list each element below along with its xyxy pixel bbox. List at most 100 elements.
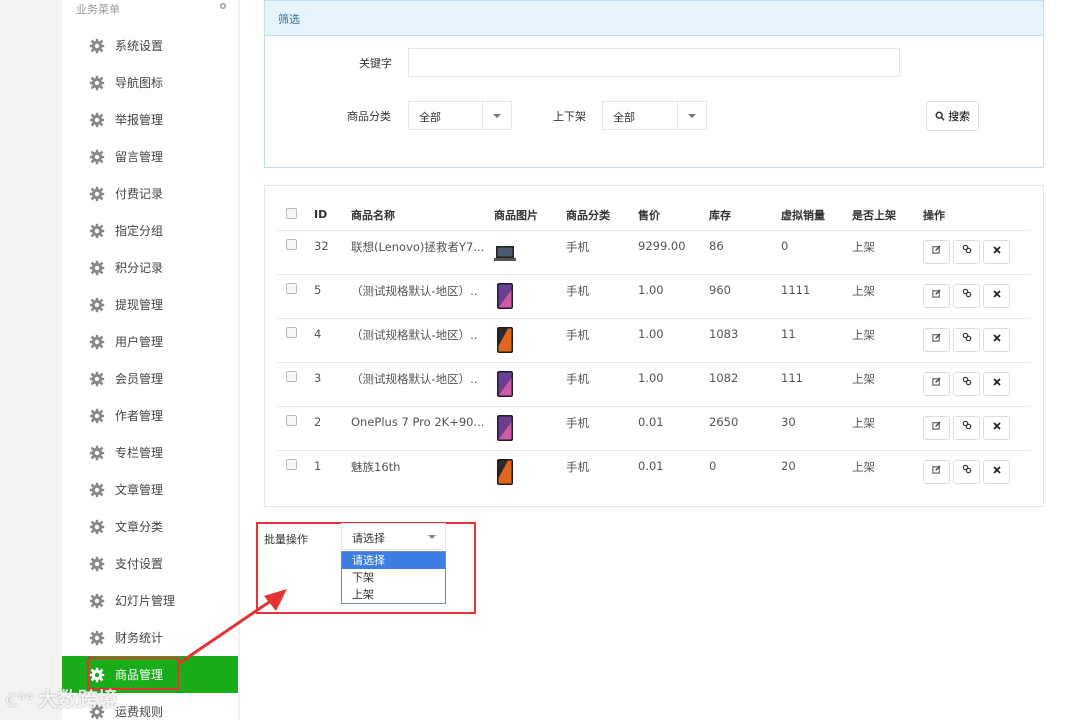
- row-checkbox[interactable]: [286, 326, 297, 338]
- sidebar-item[interactable]: 财务统计: [62, 619, 238, 656]
- chevron-down-icon: [482, 102, 511, 129]
- gear-icon: [89, 297, 105, 312]
- product-table: ID 商品名称 商品图片 商品分类 售价 库存 虚拟销量 是否上架 操作 32 联…: [278, 200, 1031, 494]
- row-checkbox[interactable]: [286, 238, 297, 250]
- row-checkbox[interactable]: [286, 414, 297, 426]
- product-image: [497, 282, 513, 309]
- link-button[interactable]: [953, 283, 980, 308]
- left-edge: [0, 0, 62, 720]
- row-checkbox[interactable]: [286, 282, 297, 294]
- cell-stock: 1082: [709, 362, 781, 407]
- cell-name: OnePlus 7 Pro 2K+90...: [351, 406, 494, 451]
- sidebar-item[interactable]: 指定分组: [62, 212, 238, 249]
- gear-icon: [89, 149, 105, 164]
- col-id: ID: [314, 200, 351, 231]
- sidebar-item[interactable]: 举报管理: [62, 101, 238, 138]
- link-icon: [962, 244, 971, 253]
- link-button[interactable]: [953, 239, 980, 264]
- delete-icon: [992, 465, 1001, 474]
- gear-icon: [89, 260, 105, 275]
- delete-button[interactable]: [983, 283, 1010, 308]
- sidebar-item[interactable]: 用户管理: [62, 323, 238, 360]
- link-button[interactable]: [953, 459, 980, 484]
- sidebar-item[interactable]: 文章管理: [62, 471, 238, 508]
- delete-button[interactable]: [983, 239, 1010, 264]
- cell-on-shelf: 上架: [852, 230, 923, 275]
- sidebar-item-label: 会员管理: [115, 372, 164, 386]
- sidebar-item[interactable]: 支付设置: [62, 545, 238, 582]
- sidebar-item[interactable]: 系统设置: [62, 27, 238, 64]
- filter-panel: 筛选 关键字 商品分类 全部 上下架 全部 搜索: [264, 0, 1044, 168]
- sidebar-item[interactable]: 幻灯片管理: [62, 582, 238, 619]
- edit-icon: [932, 464, 941, 474]
- shelf-select[interactable]: 全部: [602, 101, 707, 130]
- cell-category: 手机: [566, 318, 638, 363]
- edit-button[interactable]: [923, 371, 950, 396]
- link-button[interactable]: [953, 415, 980, 440]
- row-checkbox[interactable]: [286, 370, 297, 382]
- link-button[interactable]: [953, 371, 980, 396]
- chevron-down-icon: [417, 524, 445, 549]
- batch-option[interactable]: 请选择: [342, 552, 445, 569]
- link-button[interactable]: [953, 327, 980, 352]
- edit-button[interactable]: [923, 283, 950, 308]
- gear-icon: [89, 112, 105, 127]
- category-select-value: 全部: [419, 111, 441, 124]
- batch-option[interactable]: 下架: [342, 569, 445, 586]
- sidebar-item[interactable]: 积分记录: [62, 249, 238, 286]
- batch-select[interactable]: 请选择: [341, 523, 446, 550]
- edit-button[interactable]: [923, 459, 950, 484]
- select-all-checkbox[interactable]: [286, 207, 297, 219]
- delete-icon: [992, 377, 1001, 386]
- cell-id: 4: [314, 318, 351, 363]
- cell-price: 9299.00: [638, 230, 709, 275]
- edit-button[interactable]: [923, 327, 950, 352]
- sidebar-item[interactable]: 留言管理: [62, 138, 238, 175]
- shelf-label: 上下架: [553, 110, 586, 123]
- category-label: 商品分类: [347, 110, 391, 123]
- delete-icon: [992, 333, 1001, 342]
- delete-button[interactable]: [983, 371, 1010, 396]
- table-row: 3 （测试规格默认-地区）.. 手机 1.00 1082 111 上架: [278, 362, 1031, 407]
- chevron-down-icon: [677, 102, 706, 129]
- edit-icon: [932, 376, 941, 386]
- sidebar-item[interactable]: 付费记录: [62, 175, 238, 212]
- sidebar-item[interactable]: 作者管理: [62, 397, 238, 434]
- edit-icon: [932, 288, 941, 298]
- cell-virtual-sales: 20: [781, 458, 796, 473]
- delete-button[interactable]: [983, 327, 1010, 352]
- sidebar-item[interactable]: 提现管理: [62, 286, 238, 323]
- delete-icon: [992, 245, 1001, 254]
- batch-option[interactable]: 上架: [342, 586, 445, 603]
- row-checkbox[interactable]: [286, 458, 297, 470]
- delete-button[interactable]: [983, 459, 1010, 484]
- cell-on-shelf: 上架: [852, 406, 923, 451]
- gear-icon: [89, 445, 105, 460]
- sidebar-item[interactable]: 专栏管理: [62, 434, 238, 471]
- sidebar-item-label: 专栏管理: [115, 446, 164, 460]
- delete-button[interactable]: [983, 415, 1010, 440]
- gear-icon: [89, 75, 105, 90]
- sidebar-item-label: 举报管理: [115, 113, 164, 127]
- sidebar-item[interactable]: 文章分类: [62, 508, 238, 545]
- watermark-text: 大数跨境: [37, 687, 118, 711]
- edit-button[interactable]: [923, 239, 950, 264]
- sidebar-item[interactable]: 会员管理: [62, 360, 238, 397]
- gear-icon[interactable]: [218, 1, 228, 11]
- product-image: [497, 326, 513, 353]
- delete-icon: [992, 289, 1001, 298]
- sidebar-item[interactable]: 导航图标: [62, 64, 238, 101]
- category-select[interactable]: 全部: [408, 101, 512, 130]
- col-category: 商品分类: [566, 200, 638, 231]
- link-icon: [962, 332, 971, 341]
- edit-button[interactable]: [923, 415, 950, 440]
- col-virtual-sales: 虚拟销量: [781, 200, 852, 231]
- cell-name: 魅族16th: [351, 459, 401, 474]
- cell-price: 0.01: [638, 458, 664, 473]
- keyword-input[interactable]: [408, 48, 900, 77]
- link-icon: [962, 420, 971, 429]
- search-button[interactable]: 搜索: [926, 101, 980, 131]
- shelf-select-value: 全部: [613, 111, 635, 124]
- sidebar: 业务菜单 系统设置 导航图标 举报管理 留言管理 付费记录 指定分组 积分记录 提现管理 用户管…: [62, 0, 238, 720]
- gear-icon: [89, 186, 105, 201]
